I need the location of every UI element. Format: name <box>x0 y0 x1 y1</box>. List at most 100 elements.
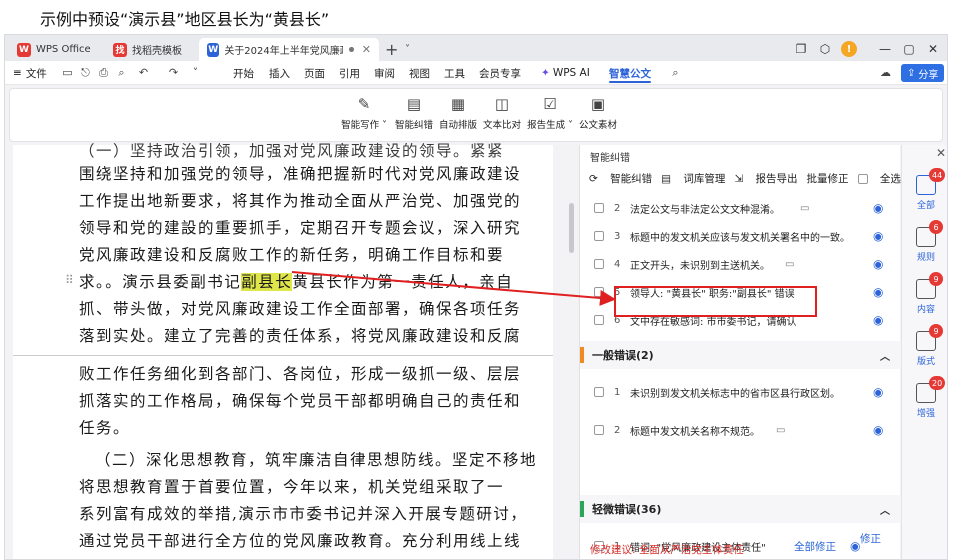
more-chevron-icon[interactable]: ˅ <box>189 66 202 79</box>
menu-page[interactable]: 页面 <box>304 61 325 85</box>
eye-off-icon[interactable]: ◉ <box>873 257 883 271</box>
chevron-up-icon[interactable]: ︿ <box>880 348 890 363</box>
tab-wps-office[interactable]: W WPS Office <box>9 38 99 61</box>
drag-handle-icon[interactable]: ⠿ <box>65 273 74 287</box>
eye-off-icon[interactable]: ◉ <box>873 285 883 299</box>
menu-wps-ai[interactable]: ✦ WPS AI <box>541 61 590 85</box>
select-all-checkbox[interactable]: 全选 <box>857 171 901 186</box>
section-bar <box>580 347 584 363</box>
error-item[interactable]: 4 正文开头，未识别到主送机关。 ▭ ◉ <box>580 251 901 277</box>
doc-line-highlighted: 求。。演示县委副书记副县长黄县长作为第一责任人，亲自 <box>79 273 514 291</box>
cube-icon[interactable]: ⬡ <box>815 39 835 59</box>
rail-all[interactable]: 44 全部 <box>906 167 946 213</box>
print-icon[interactable]: ⎙ <box>97 66 110 79</box>
fix-all-button[interactable]: 全部修正 <box>794 539 836 554</box>
menu-view[interactable]: 视图 <box>409 61 430 85</box>
error-item[interactable]: 1 未识别到发文机关标志中的省市区县行政区划。 ◉ <box>580 379 901 405</box>
smart-correct-tool[interactable]: ⟳ 智能纠错 <box>589 171 652 186</box>
menu-start[interactable]: 开始 <box>233 61 254 85</box>
template-icon: 找 <box>113 42 127 57</box>
save-icon[interactable]: ▭ <box>61 66 74 79</box>
category-rail: 44 全部 6 规则 9 内容 9 版式 20 增强 <box>901 145 947 559</box>
redo-icon[interactable]: ↷ <box>167 66 180 79</box>
locate-icon[interactable]: ▭ <box>776 425 785 436</box>
undo-icon[interactable]: ↶ <box>137 66 150 79</box>
checkbox-icon[interactable] <box>594 425 604 435</box>
search-icon[interactable]: ⌕ <box>669 66 682 79</box>
report-icon: ☑ <box>543 95 557 113</box>
doc-check-icon: ▤ <box>406 95 422 113</box>
document-page[interactable]: （一）坚持政治引领，加强对党风廉政建设的领导。紧紧 围绕坚持和加强党的领导，准确… <box>13 142 553 559</box>
eye-off-icon[interactable]: ◉ <box>873 385 883 399</box>
restore-icon[interactable]: ❐ <box>791 39 811 59</box>
section-general-errors[interactable]: 一般错误(2) ︿ <box>580 341 901 369</box>
menu-review[interactable]: 审阅 <box>374 61 395 85</box>
eye-off-icon[interactable]: ◉ <box>873 229 883 243</box>
error-item[interactable]: 2 标题中发文机关名称不规范。 ▭ ◉ <box>580 417 901 443</box>
menu-insert[interactable]: 插入 <box>269 61 290 85</box>
alert-icon[interactable]: ! <box>839 39 859 59</box>
eye-off-icon[interactable]: ◉ <box>850 539 860 553</box>
lexicon-tool[interactable]: ▤ 词库管理 <box>661 171 725 186</box>
tab-label: 关于2024年上半年党风廉政建 <box>224 46 343 57</box>
menu-member[interactable]: 会员专享 <box>479 61 521 85</box>
chevron-up-icon[interactable]: ︿ <box>880 502 890 517</box>
error-item[interactable]: 3 标题中的发文机关应该与发文机关署名中的一致。 ◉ <box>580 223 901 249</box>
checkbox-icon <box>857 173 868 184</box>
fix-button[interactable]: 修正 <box>860 531 881 546</box>
document-area: （一）坚持政治引领，加强对党风廉政建设的领导。紧紧 围绕坚持和加强党的领导，准确… <box>5 142 574 559</box>
report-generate-button[interactable]: ☑ 报告生成 ˅ <box>524 95 576 137</box>
chevron-down-icon[interactable]: ˅ <box>405 38 410 61</box>
document-material-button[interactable]: ▣ 公文素材 <box>572 95 624 137</box>
text-compare-button[interactable]: ◫ 文本比对 <box>476 95 528 137</box>
minimize-icon[interactable]: — <box>875 39 895 59</box>
smart-writing-button[interactable]: ✎ 智能写作 ˅ <box>338 95 390 137</box>
checkbox-icon[interactable] <box>594 259 604 269</box>
export-icon[interactable]: ⎋ <box>79 66 92 79</box>
rules-icon: 6 <box>916 220 943 247</box>
doc-line: 落到实处。建立了完善的责任体系，将党风廉政建设和反腐 <box>79 327 522 345</box>
report-export-tool[interactable]: ⇲ 报告导出 <box>734 171 797 186</box>
eye-off-icon[interactable]: ◉ <box>873 313 883 327</box>
share-button[interactable]: ⇪ 分享 <box>901 64 945 82</box>
eye-off-icon[interactable]: ◉ <box>873 201 883 215</box>
preview-icon[interactable]: ⌕ <box>115 66 128 79</box>
highlighted-text: 副县长 <box>241 273 293 291</box>
rail-content[interactable]: 9 内容 <box>906 271 946 317</box>
maximize-icon[interactable]: ▢ <box>899 39 919 59</box>
menu-file[interactable]: ≡ 文件 <box>13 61 47 85</box>
document-scrollbar[interactable] <box>569 203 574 253</box>
section-minor-errors[interactable]: 轻微错误(36) ︿ <box>580 495 901 523</box>
tab-template[interactable]: 找 找稻壳模板 <box>105 38 190 61</box>
smart-correct-panel: 智能纠错 ⟳ 智能纠错 ▤ 词库管理 ⇲ 报告导出 批量修正 全选 忽略 2 法… <box>579 145 931 559</box>
menu-reference[interactable]: 引用 <box>339 61 360 85</box>
menu-smart-document[interactable]: 智慧公文 <box>609 61 651 85</box>
doc-line: （二）深化思想教育，筑牢廉洁自律思想防线。坚定不移地 <box>95 451 538 469</box>
batch-fix-tool[interactable]: 批量修正 <box>807 171 849 186</box>
locate-icon[interactable]: ▭ <box>785 259 794 270</box>
eye-off-icon[interactable]: ◉ <box>873 423 883 437</box>
page-break-divider <box>13 355 553 356</box>
checkbox-icon[interactable] <box>594 231 604 241</box>
error-item[interactable]: 2 法定公文与非法定公文文种混淆。 ▭ ◉ <box>580 195 901 221</box>
close-panel-icon[interactable]: ✕ <box>936 146 946 160</box>
format-icon: 9 <box>916 324 943 351</box>
rail-format[interactable]: 9 版式 <box>906 323 946 369</box>
checkbox-icon[interactable] <box>594 387 604 397</box>
rail-enhance[interactable]: 20 增强 <box>906 375 946 421</box>
close-window-icon[interactable]: ✕ <box>923 39 943 59</box>
checkbox-icon[interactable] <box>594 203 604 213</box>
locate-icon[interactable]: ▭ <box>800 203 809 214</box>
close-tab-icon[interactable]: ✕ <box>362 43 371 56</box>
doc-line: 将思想教育置于首要位置，今年以来，机关党组采取了一 <box>79 478 505 496</box>
cloud-upload-icon[interactable]: ☁ <box>879 66 892 79</box>
pen-icon: ✎ <box>357 95 371 113</box>
tab-document[interactable]: W 关于2024年上半年党风廉政建 ✕ <box>199 38 379 61</box>
tab-label: 找稻壳模板 <box>132 46 182 57</box>
checkbox-icon[interactable] <box>594 287 604 297</box>
checkbox-icon[interactable] <box>594 315 604 325</box>
menu-tools[interactable]: 工具 <box>444 61 465 85</box>
doc-line: 系列富有成效的举措,演示市市委书记并深入开展专题研讨， <box>79 505 528 523</box>
add-tab-icon[interactable]: + <box>385 38 398 61</box>
rail-rules[interactable]: 6 规则 <box>906 219 946 265</box>
